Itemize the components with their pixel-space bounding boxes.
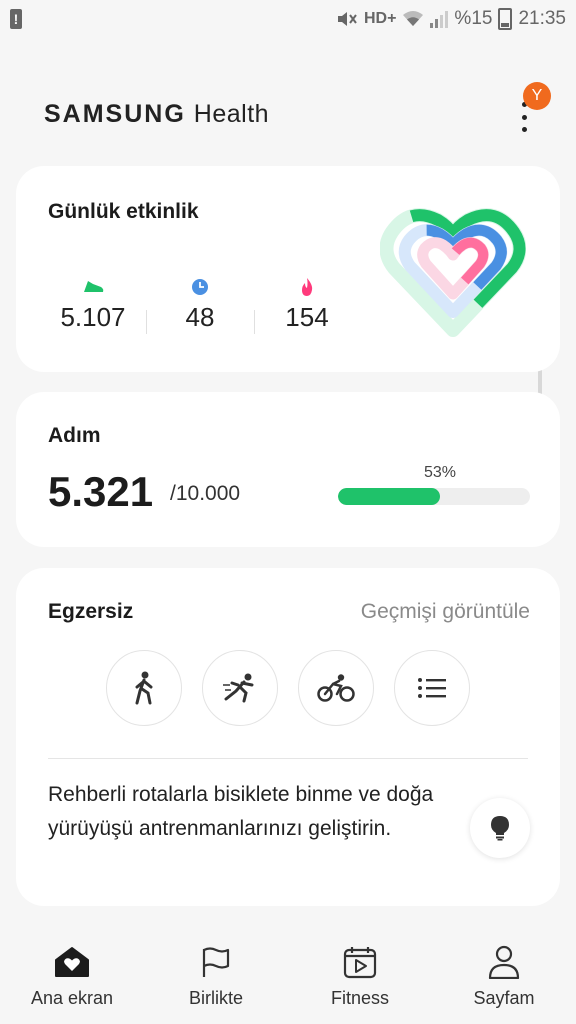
status-bar: ! HD+ %15 21:35	[0, 0, 576, 38]
active-minutes-value: 48	[185, 302, 215, 332]
cycling-button[interactable]	[298, 650, 374, 726]
home-heart-icon	[55, 947, 89, 977]
tip-button[interactable]	[470, 798, 530, 858]
wifi-icon	[403, 11, 424, 26]
shoe-icon	[84, 281, 104, 292]
exercise-list-button[interactable]	[394, 650, 470, 726]
steps-stat: 5.107	[38, 276, 148, 333]
daily-activity-card[interactable]: Günlük etkinlik 5.107 48 154	[16, 166, 560, 372]
battery-percent: %15	[454, 8, 493, 29]
running-button[interactable]	[202, 650, 278, 726]
cycling-icon	[317, 674, 355, 702]
lightbulb-icon	[491, 816, 509, 841]
signal-icon	[430, 10, 449, 28]
nav-together[interactable]: Birlikte	[144, 930, 288, 1024]
daily-activity-title: Günlük etkinlik	[48, 200, 199, 223]
steps-progress-fill	[338, 488, 440, 505]
calories-value: 154	[285, 302, 329, 332]
nav-fitness-label: Fitness	[330, 988, 390, 1008]
exercise-card: Egzersiz Geçmişi görüntüle Rehberli rota…	[16, 568, 560, 906]
battery-icon	[498, 8, 513, 30]
steps-percent: 53%	[424, 464, 457, 481]
bottom-navigation: Ana ekran Birlikte Fitness Sayfam	[0, 930, 576, 1024]
view-history-link[interactable]: Geçmişi görüntüle	[361, 600, 530, 624]
brand-health: Health	[193, 100, 270, 128]
list-icon	[418, 678, 446, 698]
walking-icon	[135, 671, 153, 705]
nav-home-label: Ana ekran	[30, 988, 114, 1008]
steps-count: 5.321	[48, 468, 154, 515]
clock: 21:35	[518, 8, 566, 29]
flag-icon	[202, 947, 230, 977]
flame-icon	[302, 278, 313, 296]
guided-routes-tip[interactable]: Rehberli rotalarla bisiklete binme ve do…	[48, 778, 438, 846]
profile-badge[interactable]: Y	[523, 82, 551, 110]
clock-icon	[192, 279, 208, 295]
exercise-title: Egzersiz	[48, 600, 134, 623]
nav-together-label: Birlikte	[188, 988, 243, 1008]
calories-stat: 154	[252, 276, 362, 333]
app-header: SAMSUNG Health	[0, 80, 576, 150]
mute-icon	[337, 12, 357, 26]
activity-heart-rings	[380, 208, 526, 337]
alert-notification-icon: !	[10, 9, 22, 29]
nav-fitness[interactable]: Fitness	[288, 930, 432, 1024]
active-minutes-stat: 48	[145, 276, 255, 333]
calendar-play-icon	[343, 947, 377, 979]
steps-title: Adım	[48, 424, 101, 447]
brand-logo: SAMSUNG Health	[44, 100, 269, 129]
nav-home[interactable]: Ana ekran	[0, 930, 144, 1024]
steps-card[interactable]: Adım 5.321 /10.000 53%	[16, 392, 560, 547]
person-icon	[488, 945, 520, 979]
nav-my-page-label: Sayfam	[473, 988, 535, 1008]
divider	[48, 758, 528, 759]
steps-value: 5.107	[60, 302, 126, 332]
steps-goal: /10.000	[170, 482, 241, 505]
network-type: HD+	[363, 10, 397, 27]
running-icon	[223, 673, 254, 703]
brand-samsung: SAMSUNG	[44, 100, 186, 128]
walking-button[interactable]	[106, 650, 182, 726]
nav-my-page[interactable]: Sayfam	[432, 930, 576, 1024]
steps-progress-bar	[338, 488, 530, 505]
